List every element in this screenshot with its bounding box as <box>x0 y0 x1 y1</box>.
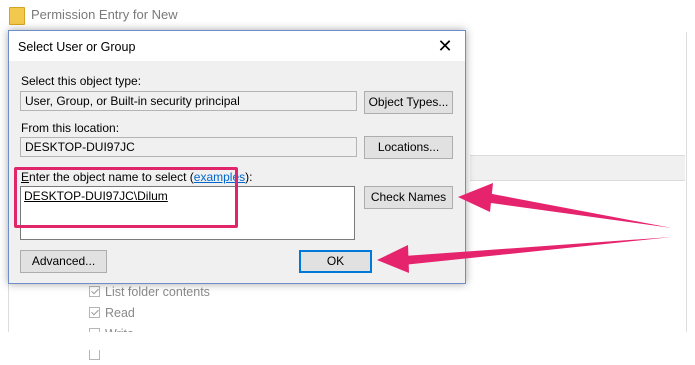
location-label: From this location: <box>21 121 120 135</box>
background-window-title: Permission Entry for New <box>31 7 178 22</box>
check-names-button[interactable]: Check Names <box>364 186 453 209</box>
background-window-header-band <box>470 155 685 181</box>
label-text-end: ): <box>245 170 253 184</box>
highlight-annotation <box>14 167 238 228</box>
ok-button[interactable]: OK <box>299 250 372 273</box>
permission-label: List folder contents <box>105 284 210 299</box>
permission-item[interactable]: Read <box>89 302 210 323</box>
background-window-border <box>686 32 687 332</box>
dialog-title: Select User or Group <box>18 40 136 54</box>
select-user-dialog: Select User or Group ✕ Select this objec… <box>8 30 466 284</box>
advanced-button[interactable]: Advanced... <box>20 250 107 273</box>
close-icon[interactable]: ✕ <box>435 36 455 56</box>
permission-item[interactable]: List folder contents <box>89 281 210 302</box>
folder-icon <box>9 7 25 25</box>
permission-label: Read <box>105 305 135 320</box>
location-field: DESKTOP-DUI97JC <box>20 137 357 157</box>
object-type-label: Select this object type: <box>21 74 142 88</box>
background-window-titlebar: Permission Entry for New <box>0 0 695 32</box>
object-type-field: User, Group, or Built-in security princi… <box>20 91 357 111</box>
bottom-strip <box>0 332 695 350</box>
locations-button[interactable]: Locations... <box>364 136 453 159</box>
checkbox-checked-icon[interactable] <box>89 307 100 318</box>
checkbox-checked-icon[interactable] <box>89 286 100 297</box>
object-types-button[interactable]: Object Types... <box>364 91 453 114</box>
arrow-to-check-names <box>458 183 672 228</box>
checkbox-unchecked-icon[interactable] <box>89 349 100 360</box>
dialog-titlebar: Select User or Group ✕ <box>9 31 465 61</box>
permissions-list: List folder contents Read Write <box>89 281 210 365</box>
